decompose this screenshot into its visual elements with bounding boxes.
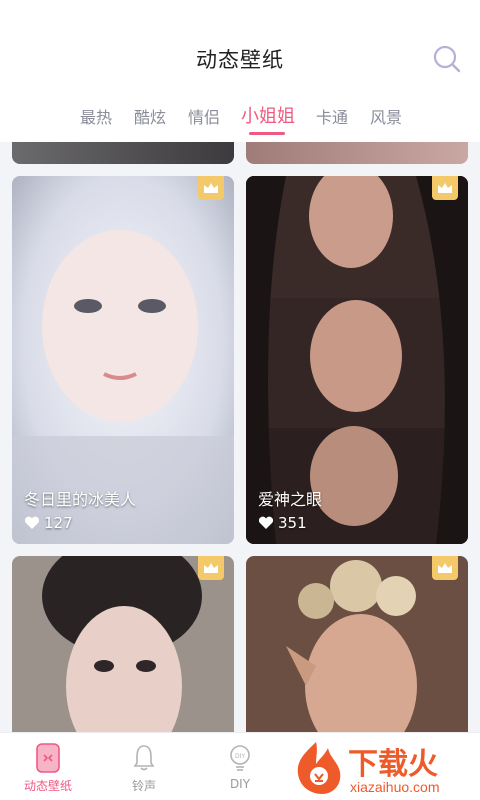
like-count-value: 127	[44, 514, 73, 532]
svg-text:DIY: DIY	[235, 753, 245, 760]
watermark-brand: 下载火	[348, 748, 438, 781]
wallpaper-title: 冬日里的冰美人	[24, 490, 137, 509]
nav-diy[interactable]: DIY DIY	[192, 743, 288, 791]
wallpaper-title: 爱神之眼	[258, 490, 323, 509]
crown-icon	[204, 563, 218, 573]
wallpaper-card-partial[interactable]	[246, 142, 468, 164]
tab-young-lady[interactable]: 小姐姐	[241, 102, 295, 128]
wallpaper-card[interactable]: 冬日里的冰美人 127	[12, 176, 234, 544]
page-title: 动态壁纸	[196, 48, 284, 72]
wallpaper-card[interactable]	[246, 556, 468, 732]
wallpaper-card[interactable]	[12, 556, 234, 732]
wallpaper-thumbnail	[12, 556, 234, 732]
bell-icon	[133, 745, 155, 771]
crown-icon	[438, 563, 452, 573]
vip-badge	[198, 556, 224, 580]
wallpaper-card[interactable]: 爱神之眼 351	[246, 176, 468, 544]
heart-icon	[24, 516, 40, 529]
vip-badge	[432, 176, 458, 200]
vip-badge	[432, 556, 458, 580]
nav-label: 动态壁纸	[23, 779, 72, 793]
watermark-url: xiazaihuo.com	[350, 779, 440, 795]
tab-scenery[interactable]: 风景	[370, 104, 402, 128]
app-header: 动态壁纸	[0, 0, 480, 92]
wallpaper-card-partial[interactable]	[12, 142, 234, 164]
tab-cool[interactable]: 酷炫	[134, 104, 166, 128]
crown-icon	[438, 183, 452, 193]
crown-icon	[204, 183, 218, 193]
nav-live-wallpaper[interactable]: 动态壁纸	[0, 743, 96, 794]
like-count-value: 351	[278, 514, 307, 532]
wallpaper-thumbnail	[12, 142, 234, 164]
nav-label: 铃声	[131, 779, 156, 793]
tab-cartoon[interactable]: 卡通	[316, 104, 348, 128]
tab-couple[interactable]: 情侣	[188, 104, 220, 128]
nav-label: DIY	[229, 777, 251, 791]
active-tab-indicator	[249, 132, 285, 135]
heart-icon	[258, 516, 274, 529]
category-tabs: 最热 酷炫 情侣 小姐姐 卡通 风景	[0, 92, 480, 142]
wallpaper-grid: 冬日里的冰美人 127 爱神之眼 351	[0, 142, 480, 732]
wallpaper-thumbnail	[246, 142, 468, 164]
site-watermark-logo: 下载火 xiazaihuo.com	[297, 742, 440, 795]
like-count: 127	[24, 514, 73, 532]
search-icon[interactable]	[432, 44, 462, 74]
vip-badge	[198, 176, 224, 200]
tab-hot[interactable]: 最热	[80, 104, 112, 128]
phone-wallpaper-icon	[36, 743, 60, 773]
wallpaper-thumbnail	[246, 556, 468, 732]
lightbulb-icon: DIY	[230, 745, 250, 771]
nav-ringtone[interactable]: 铃声	[96, 743, 192, 794]
like-count: 351	[258, 514, 307, 532]
